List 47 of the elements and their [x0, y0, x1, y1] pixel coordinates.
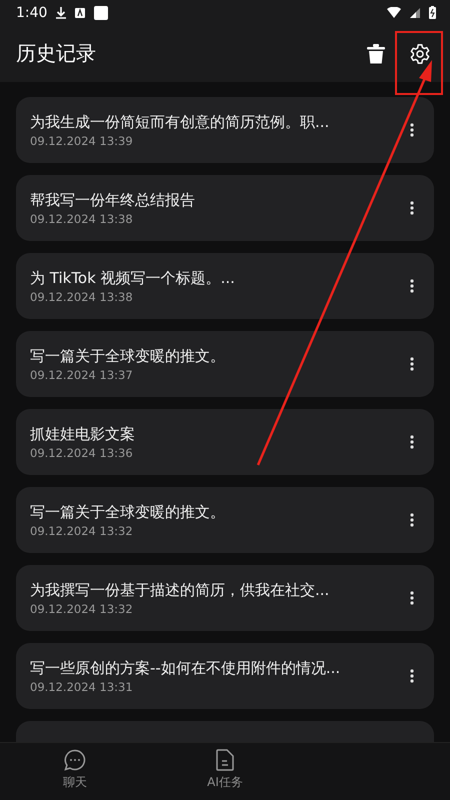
battery-icon	[429, 6, 436, 19]
history-item[interactable]: 为我撰写一份基于描述的简历，供我在社交... 09.12.2024 13:32	[16, 565, 434, 631]
nav-tab[interactable]: 聊天	[0, 743, 150, 800]
history-date: 09.12.2024 13:38	[30, 290, 134, 304]
download-icon	[56, 6, 66, 18]
history-title: 为我撰写一份基于描述的简历，供我在社交...	[30, 580, 330, 600]
more-icon	[410, 357, 414, 371]
highlight-frame	[395, 31, 443, 95]
page-title: 历史记录	[16, 40, 97, 67]
more-icon	[410, 123, 414, 137]
history-title: 为我生成一份简短而有创意的简历范例。职...	[30, 112, 330, 132]
more-icon	[410, 279, 414, 293]
history-title: 为 TikTok 视频写一个标题。...	[30, 268, 236, 288]
settings-icon	[409, 42, 431, 64]
app-icon	[75, 8, 86, 18]
more-icon	[410, 669, 414, 683]
history-item[interactable]: 写一篇关于全球变暖的推文。 09.12.2024 13:32	[16, 487, 434, 553]
history-date: 09.12.2024 13:32	[30, 524, 134, 538]
trash-icon	[367, 44, 385, 64]
history-title: 抓娃娃电影文案	[30, 424, 136, 444]
chat-icon	[64, 749, 86, 771]
history-date: 09.12.2024 13:32	[30, 602, 134, 616]
history-title: 写一些原创的方案--如何在不使用附件的情况...	[30, 658, 342, 678]
signal-icon	[410, 8, 420, 18]
wifi-icon	[387, 7, 401, 18]
history-date: 09.12.2024 13:38	[30, 212, 134, 226]
history-item[interactable]: 为 TikTok 视频写一个标题。... 09.12.2024 13:38	[16, 253, 434, 319]
history-date: 09.12.2024 13:39	[30, 134, 134, 148]
history-item[interactable]: 抓娃娃电影文案 09.12.2024 13:36	[16, 409, 434, 475]
history-title: 写一篇关于全球变暖的推文。	[30, 502, 226, 522]
history-item[interactable]: 写一篇关于全球变暖的推文。 09.12.2024 13:37	[16, 331, 434, 397]
document-icon	[216, 749, 234, 771]
more-icon	[410, 435, 414, 449]
history-date: 09.12.2024 13:31	[30, 680, 134, 694]
history-item[interactable]: 为我生成一份简短而有创意的简历范例。职... 09.12.2024 13:39	[16, 97, 434, 163]
history-item[interactable]: 帮我写一份年终总结报告 09.12.2024 13:38	[16, 175, 434, 241]
history-item[interactable]: 写一些原创的方案--如何在不使用附件的情况... 09.12.2024 13:31	[16, 643, 434, 709]
square-icon	[94, 6, 108, 20]
more-icon	[410, 201, 414, 215]
history-title: 写一篇关于全球变暖的推文。	[30, 346, 226, 366]
nav-tab[interactable]: AI任务	[150, 743, 300, 800]
more-icon	[410, 591, 414, 605]
history-date: 09.12.2024 13:37	[30, 368, 134, 382]
status-time: 1:40	[16, 4, 48, 20]
history-date: 09.12.2024 13:36	[30, 446, 134, 460]
history-title: 帮我写一份年终总结报告	[30, 190, 196, 210]
more-icon	[410, 513, 414, 527]
